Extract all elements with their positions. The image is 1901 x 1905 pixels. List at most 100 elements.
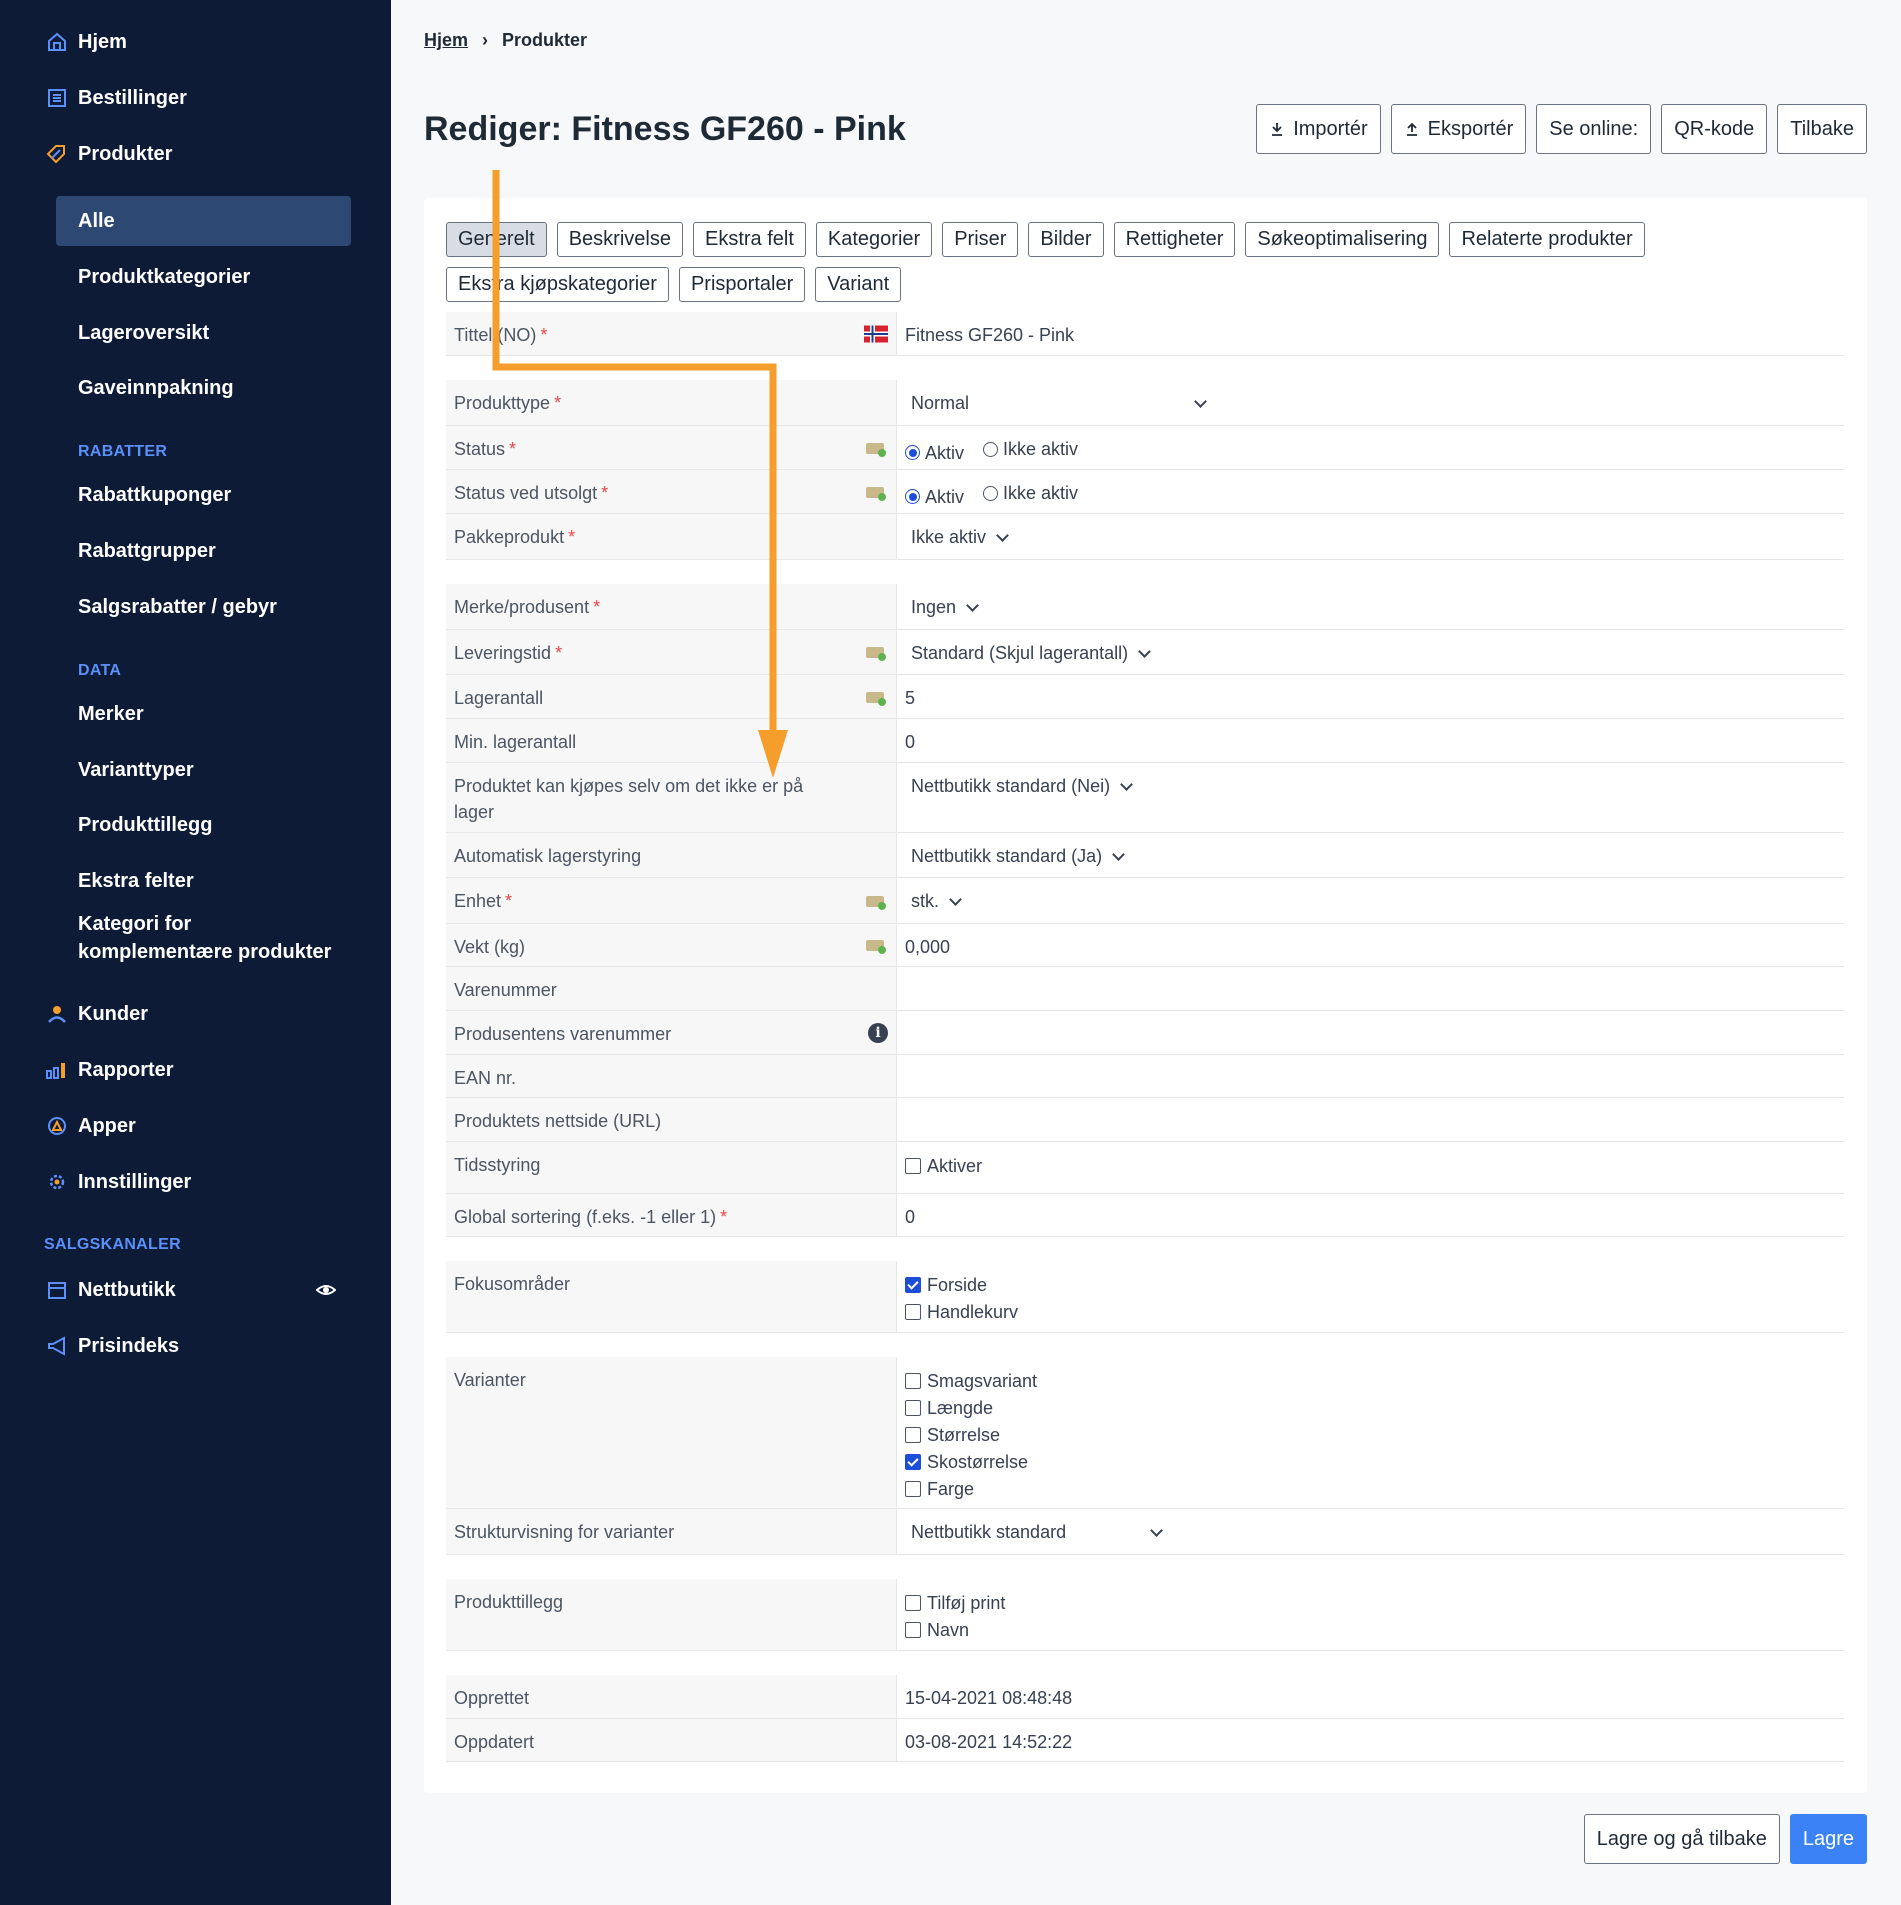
variant-laengde-checkbox[interactable]: Længde [905, 1394, 1836, 1421]
tidsstyring-checkbox[interactable]: Aktiver [905, 1152, 1836, 1179]
label-prod-varenummer: Produsentens varenummer i [446, 1011, 897, 1054]
row-strukturvisning: Strukturvisning for varianter Nettbutikk… [446, 1509, 1844, 1555]
import-button[interactable]: Importér [1256, 104, 1381, 154]
sidebar-item-ekstra-felter[interactable]: Ekstra felter [78, 867, 194, 895]
variant-farge-checkbox[interactable]: Farge [905, 1475, 1836, 1502]
save-and-back-button[interactable]: Lagre og gå tilbake [1583, 1814, 1780, 1864]
sidebar-item-merker[interactable]: Merker [78, 700, 144, 728]
status-ikke-aktiv-radio[interactable]: Ikke aktiv [983, 436, 1078, 462]
label-ean: EAN nr. [446, 1055, 897, 1097]
nav-home-label: Hjem [78, 30, 127, 53]
sidebar-item-kategori-line1: Kategori for [78, 913, 192, 935]
produkttillegg-options: Tilføj print Navn [897, 1579, 1844, 1650]
nav-orders[interactable]: Bestillinger [44, 78, 187, 118]
label-opprettet: Opprettet [446, 1675, 897, 1718]
varenummer-input[interactable] [897, 967, 1844, 1010]
required-mark: * [509, 439, 517, 459]
nav-prisindeks[interactable]: Prisindeks [44, 1326, 179, 1366]
sidebar-item-rabattgrupper[interactable]: Rabattgrupper [78, 537, 216, 565]
sidebar-item-produkttillegg[interactable]: Produkttillegg [78, 811, 212, 839]
sidebar-item-salgsrabatter[interactable]: Salgsrabatter / gebyr [78, 593, 277, 621]
tillegg-print-checkbox[interactable]: Tilføj print [905, 1589, 1836, 1616]
row-opprettet: Opprettet 15-04-2021 08:48:48 [446, 1675, 1844, 1719]
chevron-down-icon [1112, 847, 1125, 861]
tab-priser[interactable]: Priser [942, 222, 1019, 257]
chevron-down-icon [966, 598, 979, 612]
sidebar-item-kategori-komplementaere[interactable]: Kategori for komplementære produkter [78, 910, 331, 966]
sidebar-item-varianttyper[interactable]: Varianttyper [78, 756, 194, 784]
variant-storrelse-checkbox[interactable]: Størrelse [905, 1421, 1836, 1448]
row-enhet: Enhet * stk. [446, 878, 1844, 924]
label-url: Produktets nettside (URL) [446, 1098, 897, 1141]
tab-relaterte-produkter[interactable]: Relaterte produkter [1449, 222, 1645, 257]
min-lager-input[interactable]: 0 [897, 719, 1844, 762]
chevron-right-icon: › [482, 30, 489, 50]
label-oppdatert: Oppdatert [446, 1719, 897, 1761]
status-aktiv-radio[interactable]: Aktiv [905, 440, 964, 466]
prod-varenummer-input[interactable] [897, 1011, 1844, 1054]
tab-generelt[interactable]: Generelt [446, 222, 547, 257]
strukturvisning-select[interactable]: Nettbutikk standard [897, 1509, 1844, 1554]
nav-products[interactable]: Produkter [44, 134, 172, 174]
nav-apper[interactable]: Apper [44, 1106, 136, 1146]
variant-smagsvariant-checkbox[interactable]: Smagsvariant [905, 1367, 1836, 1394]
tab-ekstra-felt[interactable]: Ekstra felt [692, 222, 806, 257]
sortering-input[interactable]: 0 [897, 1194, 1844, 1236]
nav-kunder[interactable]: Kunder [44, 994, 148, 1034]
tillegg-option-label: Tilføj print [927, 1592, 1006, 1613]
tab-variant[interactable]: Variant [815, 267, 902, 302]
ean-input[interactable] [897, 1055, 1844, 1097]
nav-rapporter[interactable]: Rapporter [44, 1050, 174, 1090]
sidebar-item-lageroversikt[interactable]: Lageroversikt [78, 319, 209, 347]
tillegg-option-label: Navn [927, 1619, 970, 1640]
save-button[interactable]: Lagre [1789, 1814, 1867, 1864]
nav-innstillinger[interactable]: Innstillinger [44, 1162, 191, 1202]
qr-code-button[interactable]: QR-kode [1661, 104, 1768, 154]
tab-bilder[interactable]: Bilder [1028, 222, 1104, 257]
nav-nettbutikk[interactable]: Nettbutikk [44, 1270, 176, 1310]
tab-ekstra-kjøpskategorier[interactable]: Ekstra kjøpskategorier [446, 267, 669, 302]
tab-row-2: Ekstra kjøpskategorier Prisportaler Varian… [446, 267, 1846, 302]
pakkeprodukt-select[interactable]: Ikke aktiv [897, 514, 1844, 559]
view-online-button[interactable]: Se online: [1536, 104, 1652, 154]
fokus-handlekurv-checkbox[interactable]: Handlekurv [905, 1298, 1836, 1325]
sidebar-item-alle[interactable]: Alle [56, 196, 351, 246]
leveringstid-select[interactable]: Standard (Skjul lagerantall) [897, 630, 1844, 674]
utsolgt-aktiv-radio[interactable]: Aktiv [905, 484, 964, 510]
nav-home[interactable]: Hjem [44, 22, 127, 62]
sidebar-item-gaveinnpakning[interactable]: Gaveinnpakning [78, 374, 234, 402]
label-pakkeprodukt-text: Pakkeprodukt [454, 527, 565, 547]
fokus-forside-checkbox[interactable]: Forside [905, 1271, 1836, 1298]
user-icon [44, 1001, 70, 1027]
tab-søkeoptimalisering[interactable]: Søkeoptimalisering [1245, 222, 1440, 257]
tittel-input[interactable]: Fitness GF260 - Pink [897, 312, 1844, 355]
merke-select[interactable]: Ingen [897, 584, 1844, 629]
vekt-input[interactable]: 0,000 [897, 924, 1844, 966]
back-button[interactable]: Tilbake [1777, 104, 1867, 154]
produkttype-value: Normal [911, 393, 970, 413]
enhet-select[interactable]: stk. [897, 878, 1844, 923]
export-button[interactable]: Eksportér [1390, 104, 1527, 154]
auto-lager-select[interactable]: Nettbutikk standard (Ja) [897, 833, 1844, 877]
sidebar: Hjem Bestillinger Produkter Alle Produkt… [0, 0, 391, 1905]
tab-prisportaler[interactable]: Prisportaler [678, 267, 806, 302]
kjopes-select[interactable]: Nettbutikk standard (Nei) [897, 763, 1844, 832]
tab-kategorier[interactable]: Kategorier [815, 222, 933, 257]
eye-icon[interactable] [315, 1280, 337, 1300]
tab-rettigheter[interactable]: Rettigheter [1113, 222, 1236, 257]
variant-option-label: Skostørrelse [927, 1451, 1029, 1472]
sync-icon [866, 940, 886, 954]
utsolgt-ikke-aktiv-radio[interactable]: Ikke aktiv [983, 480, 1078, 506]
sidebar-item-produktkategorier[interactable]: Produktkategorier [78, 263, 250, 291]
variant-skostorrelse-checkbox[interactable]: Skostørrelse [905, 1448, 1836, 1475]
tab-beskrivelse[interactable]: Beskrivelse [556, 222, 683, 257]
required-mark: * [593, 597, 601, 617]
produkttype-select[interactable]: Normal [897, 380, 1844, 425]
tillegg-navn-checkbox[interactable]: Navn [905, 1616, 1836, 1643]
lagerantall-input[interactable]: 5 [897, 675, 1844, 718]
info-icon[interactable]: i [868, 1022, 888, 1043]
form-gap [446, 356, 1844, 380]
url-input[interactable] [897, 1098, 1844, 1141]
breadcrumb-home[interactable]: Hjem [424, 30, 468, 51]
sidebar-item-rabattkuponger[interactable]: Rabattkuponger [78, 481, 231, 509]
